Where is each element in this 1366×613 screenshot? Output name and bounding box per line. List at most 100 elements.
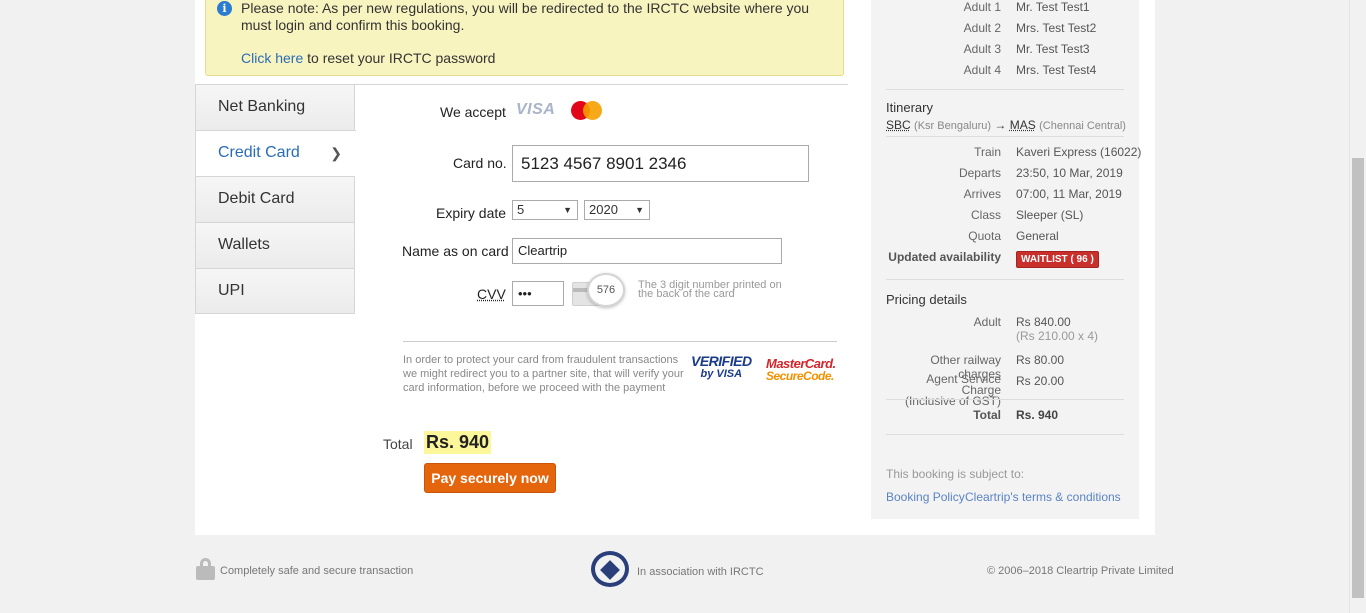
total-label: Total <box>383 436 413 452</box>
summary-divider <box>886 136 1124 137</box>
notice-message: Please note: As per new regulations, you… <box>241 0 810 33</box>
adult-price-breakdown: (Rs 210.00 x 4) <box>1016 329 1099 343</box>
waitlist-badge: WAITLIST ( 96 ) <box>1016 251 1099 268</box>
secure-transaction-text: Completely safe and secure transaction <box>220 565 414 577</box>
tab-label: Net Banking <box>218 98 306 115</box>
dropdown-arrow-icon: ▼ <box>563 205 572 215</box>
expiry-year-select[interactable]: 2020 ▼ <box>584 200 650 220</box>
vbv-line1: VERIFIED <box>691 353 752 369</box>
cvv-label: CVV <box>477 286 506 302</box>
info-icon: i <box>217 1 232 16</box>
from-station-code: SBC <box>886 118 911 132</box>
agent-charge-value: Rs 20.00 <box>1016 374 1065 388</box>
traveller-name: Mrs. Test Test4 <box>1016 63 1097 77</box>
detail-key: Train <box>974 145 1001 159</box>
traveller-name: Mr. Test Test3 <box>1016 42 1090 56</box>
we-accept-label: We accept <box>440 104 506 120</box>
tab-credit-card[interactable]: Credit Card ❯ <box>195 130 356 176</box>
cvv-input[interactable]: ••• <box>512 281 564 306</box>
detail-key: Arrives <box>963 187 1001 201</box>
chevron-right-icon: ❯ <box>330 145 342 161</box>
detail-key: Departs <box>958 166 1001 180</box>
traveller-key: Adult 1 <box>963 0 1001 14</box>
route: SBC (Ksr Bengaluru) → MAS (Chennai Centr… <box>886 118 1126 132</box>
traveller-name: Mr. Test Test1 <box>1016 0 1090 14</box>
tab-net-banking[interactable]: Net Banking <box>195 84 355 130</box>
copyright-text: © 2006–2018 Cleartrip Private Limited <box>987 565 1174 577</box>
scrollbar-thumb[interactable] <box>1352 158 1364 598</box>
detail-key: Quota <box>968 229 1001 243</box>
detail-value: General <box>1016 229 1059 243</box>
detail-value: Sleeper (SL) <box>1016 208 1084 222</box>
mcsc-line2: SecureCode. <box>766 369 834 383</box>
expiry-month-value: 5 <box>517 202 525 217</box>
mastercard-securecode-logo: MasterCard. SecureCode. <box>766 357 836 383</box>
availability-label: Updated availability <box>888 250 1001 264</box>
tab-label: UPI <box>218 282 245 299</box>
traveller-name: Mrs. Test Test2 <box>1016 21 1097 35</box>
adult-price-value: Rs 840.00 <box>1016 315 1071 329</box>
pricing-heading: Pricing details <box>886 292 967 307</box>
summary-divider <box>886 399 1124 400</box>
from-station-name: (Ksr Bengaluru) <box>914 120 992 132</box>
to-station-name: (Chennai Central) <box>1039 120 1126 132</box>
summary-divider <box>886 89 1124 90</box>
to-station-code: MAS <box>1009 118 1036 132</box>
verified-by-visa-logo: VERIFIED by VISA <box>691 353 752 381</box>
pay-securely-button[interactable]: Pay securely now <box>424 463 556 493</box>
summary-divider <box>886 434 1124 435</box>
reset-password-line: Click here to reset your IRCTC password <box>241 50 495 66</box>
vbv-line2: by VISA <box>700 368 743 380</box>
summary-total-value: Rs. 940 <box>1016 408 1059 422</box>
tab-upi[interactable]: UPI <box>195 268 355 314</box>
terms-conditions-link[interactable]: Cleartrip's terms & conditions <box>965 490 1121 504</box>
expiry-month-select[interactable]: 5 ▼ <box>512 200 578 220</box>
card-number-label: Card no. <box>453 155 507 171</box>
visa-logo: VISA <box>516 101 556 118</box>
dropdown-arrow-icon: ▼ <box>635 205 644 215</box>
tab-wallets[interactable]: Wallets <box>195 222 355 268</box>
mastercard-logo <box>571 101 603 121</box>
fraud-protection-text: In order to protect your card from fraud… <box>403 354 684 394</box>
route-arrow: → <box>994 118 1007 132</box>
tab-label: Debit Card <box>218 190 295 207</box>
irctc-logo-icon <box>591 551 629 587</box>
detail-value: 23:50, 10 Mar, 2019 <box>1016 166 1123 180</box>
expiry-date-label: Expiry date <box>436 205 507 221</box>
reset-password-link[interactable]: Click here <box>241 50 303 66</box>
tab-label: Credit Card <box>218 144 300 161</box>
booking-policy-link[interactable]: Booking Policy <box>886 490 965 504</box>
card-number-input[interactable]: 5123 4567 8901 2346 <box>512 145 809 182</box>
detail-key: Class <box>970 208 1001 222</box>
payment-method-tabs: Net Banking Credit Card ❯ Debit Card Wall… <box>195 84 356 314</box>
summary-total-label: Total <box>973 408 1001 422</box>
reset-password-suffix: to reset your IRCTC password <box>303 50 496 66</box>
page-scrollbar[interactable] <box>1349 0 1366 613</box>
agent-charge-label-line1: Agent Service Charge <box>926 372 1001 397</box>
lock-icon <box>196 558 215 580</box>
cvv-sample-magnifier: 576 <box>587 273 625 307</box>
total-amount: Rs. 940 <box>424 431 492 454</box>
booking-subject-text: This booking is subject to: <box>886 467 1025 481</box>
name-on-card-label: Name as on card <box>402 243 509 259</box>
traveller-key: Adult 4 <box>963 63 1001 77</box>
tab-label: Wallets <box>218 236 270 253</box>
agent-charge-label: Agent Service Charge (Inclusive of GST) <box>886 372 1001 408</box>
adult-price-label: Adult <box>973 315 1001 329</box>
form-divider <box>403 341 837 342</box>
traveller-key: Adult 2 <box>963 21 1001 35</box>
cvv-hint: The 3 digit number printed on the back o… <box>638 279 782 300</box>
tab-debit-card[interactable]: Debit Card <box>195 176 355 222</box>
name-on-card-input[interactable]: Cleartrip <box>512 238 782 264</box>
detail-value: Kaveri Express (16022) <box>1016 145 1142 159</box>
summary-divider <box>886 279 1124 280</box>
agent-charge-label-line2: (Inclusive of GST) <box>904 394 1001 408</box>
itinerary-heading: Itinerary <box>886 100 933 115</box>
detail-value: 07:00, 11 Mar, 2019 <box>1016 187 1122 201</box>
irctc-association-text: In association with IRCTC <box>637 566 764 578</box>
traveller-key: Adult 3 <box>963 42 1001 56</box>
tab-divider <box>354 84 848 85</box>
irctc-notice: i Please note: As per new regulations, y… <box>205 0 844 76</box>
expiry-year-value: 2020 <box>589 202 618 217</box>
other-charges-value: Rs 80.00 <box>1016 353 1065 367</box>
